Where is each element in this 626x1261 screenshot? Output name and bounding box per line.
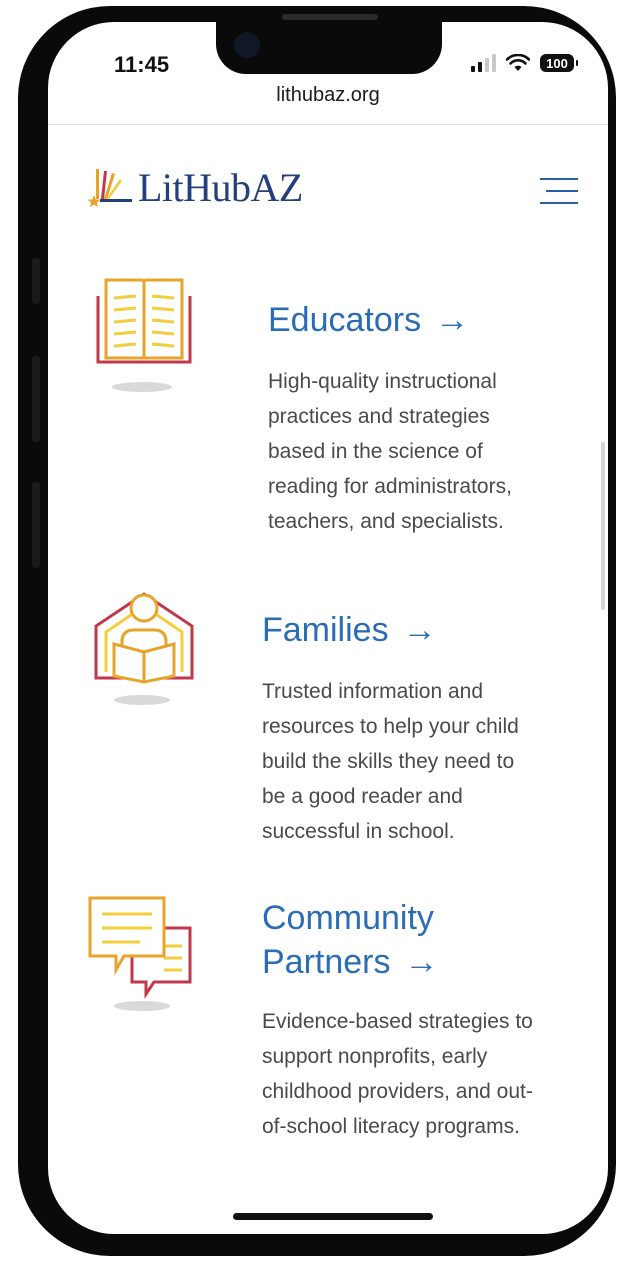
description-line: support nonprofits, early xyxy=(262,1045,488,1068)
community-partners-description: Evidence-based strategies to support non… xyxy=(262,1004,533,1144)
families-description: Trusted information and resources to hel… xyxy=(262,674,519,849)
description-line: practices and strategies xyxy=(268,405,490,428)
description-line: resources to help your child xyxy=(262,715,519,738)
description-line: Evidence-based strategies to xyxy=(262,1010,533,1033)
community-partners-title-line: Partners xyxy=(262,943,391,981)
wifi-icon xyxy=(506,54,530,71)
status-icons: 100 xyxy=(471,54,578,72)
description-line: be a good reader and xyxy=(262,785,463,808)
notch xyxy=(216,22,442,74)
description-line: High-quality instructional xyxy=(268,370,497,393)
arrow-right-icon: → xyxy=(402,611,437,649)
educators-title: Educators xyxy=(268,301,422,339)
description-line: build the skills they need to xyxy=(262,750,515,773)
scrollbar[interactable] xyxy=(601,442,605,610)
description-line: reading for administrators, xyxy=(268,475,512,498)
speech-bubbles-icon xyxy=(88,896,192,1011)
volume-down-button xyxy=(32,482,40,568)
families-title: Families xyxy=(262,611,389,649)
arrow-right-icon: → xyxy=(404,943,439,981)
logo-mark-icon xyxy=(88,168,132,207)
front-camera xyxy=(234,32,260,58)
cellular-signal-icon xyxy=(471,54,496,72)
description-line: based in the science of xyxy=(268,440,483,463)
battery-icon: 100 xyxy=(540,54,578,72)
description-line: of-school literacy programs. xyxy=(262,1115,520,1138)
educators-description: High-quality instructional practices and… xyxy=(268,364,512,539)
mute-switch xyxy=(32,258,40,304)
home-indicator[interactable] xyxy=(233,1213,433,1220)
description-line: teachers, and specialists. xyxy=(268,510,504,533)
description-line: childhood providers, and out- xyxy=(262,1080,533,1103)
volume-up-button xyxy=(32,356,40,442)
hamburger-menu-icon[interactable] xyxy=(540,176,578,206)
child-reading-home-icon xyxy=(94,592,194,705)
speaker-grille xyxy=(282,14,378,20)
status-time: 11:45 xyxy=(114,52,170,77)
educators-link[interactable]: Educators → xyxy=(268,298,469,342)
families-link[interactable]: Families → xyxy=(262,608,437,652)
site-logo[interactable]: LitHubAZ xyxy=(88,164,303,211)
community-partners-link[interactable]: Community Partners → xyxy=(262,896,439,984)
address-bar-url[interactable]: lithubaz.org xyxy=(48,84,608,107)
description-line: Trusted information and xyxy=(262,680,484,703)
arrow-right-icon: → xyxy=(435,301,470,339)
community-partners-title-line: Community xyxy=(262,899,434,937)
description-line: successful in school. xyxy=(262,820,455,843)
screen: 11:45 100 lithubaz.org LitHubAZ Educator… xyxy=(48,22,608,1234)
address-bar-divider xyxy=(48,124,608,125)
open-book-icon xyxy=(96,278,192,392)
logo-text: LitHubAZ xyxy=(138,165,303,210)
